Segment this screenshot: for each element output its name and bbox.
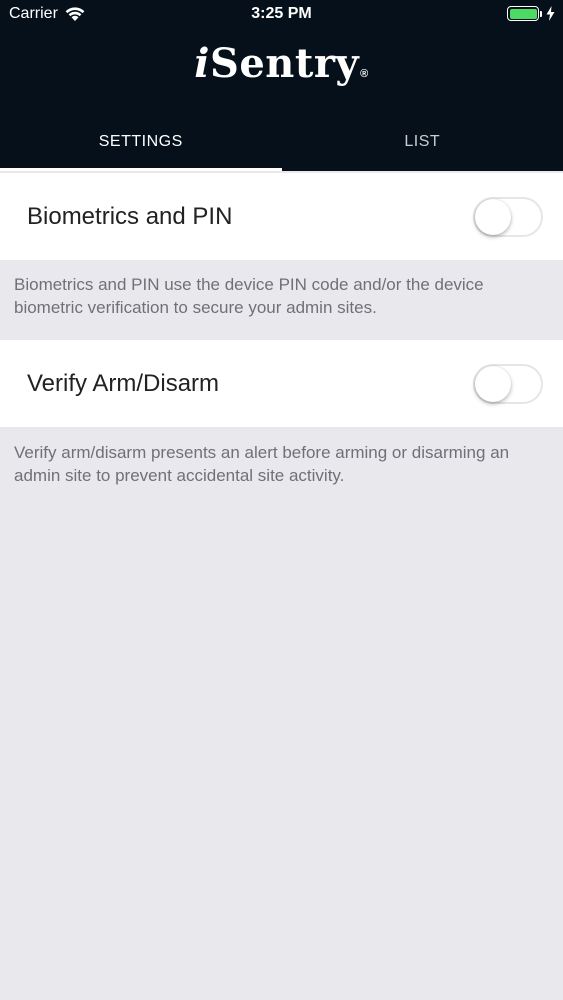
setting-row-verify-arm: Verify Arm/Disarm	[0, 340, 563, 427]
logo-main: Sentry	[209, 40, 360, 87]
app-logo: iSentry®	[0, 40, 563, 87]
setting-label-biometrics: Biometrics and PIN	[27, 202, 233, 230]
app-header: Carrier 3:25 PM iSentry® SETTINGS LIST	[0, 0, 563, 171]
setting-description-biometrics: Biometrics and PIN use the device PIN co…	[14, 275, 484, 317]
tab-list[interactable]: LIST	[282, 112, 563, 171]
tab-settings[interactable]: SETTINGS	[0, 112, 282, 171]
toggle-knob	[475, 365, 511, 402]
status-bar: Carrier 3:25 PM	[0, 0, 563, 30]
tab-bar: SETTINGS LIST	[0, 112, 563, 171]
verify-arm-toggle[interactable]	[473, 363, 543, 404]
toggle-knob	[475, 198, 511, 235]
setting-description-verify-arm: Verify arm/disarm presents an alert befo…	[14, 443, 510, 485]
battery-level	[509, 8, 537, 19]
battery-icon	[507, 6, 539, 21]
logo-prefix: i	[194, 40, 210, 87]
setting-row-biometrics: Biometrics and PIN	[0, 173, 563, 260]
battery-nub	[540, 10, 542, 17]
battery-indicator	[507, 6, 555, 21]
biometrics-toggle[interactable]	[473, 196, 543, 237]
tab-list-label: LIST	[404, 132, 441, 150]
tab-active-indicator	[0, 168, 282, 171]
status-time: 3:25 PM	[251, 5, 312, 22]
tab-settings-label: SETTINGS	[98, 132, 183, 150]
lightning-bolt-icon	[546, 6, 555, 21]
setting-label-verify-arm: Verify Arm/Disarm	[27, 369, 220, 397]
logo-registered-mark: ®	[360, 68, 369, 80]
